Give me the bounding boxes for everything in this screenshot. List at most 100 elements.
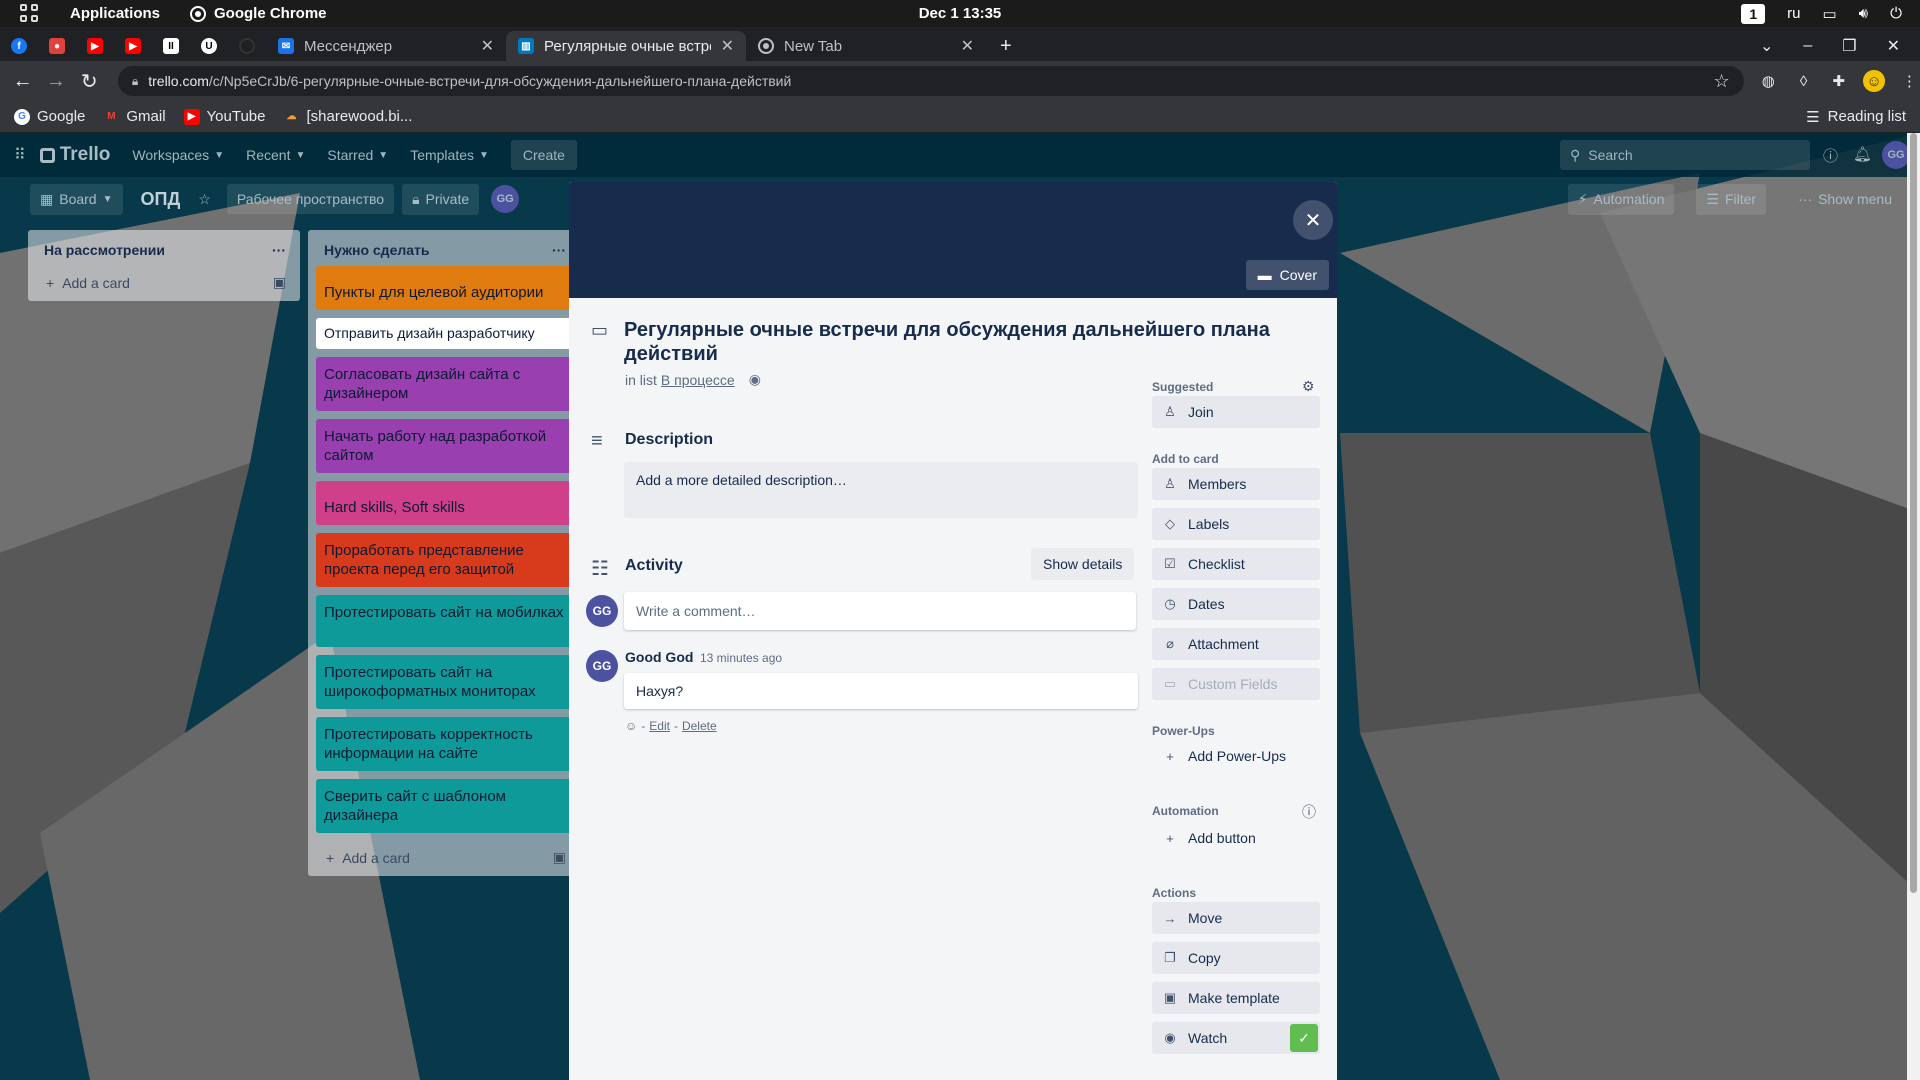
page-scrollbar[interactable] bbox=[1907, 133, 1920, 1080]
header-avatar[interactable]: GG bbox=[1882, 141, 1910, 169]
address-bar[interactable]: 🔒︎ trello.com /c/Np5eCrJb/6-регулярные-о… bbox=[117, 66, 1744, 96]
watch-button[interactable]: ◉ Watch ✓ bbox=[1152, 1022, 1320, 1054]
create-button[interactable]: Create bbox=[510, 140, 577, 170]
comment-input[interactable]: Write a comment… bbox=[624, 592, 1136, 630]
lock-icon[interactable]: 🔒︎ bbox=[132, 74, 138, 89]
move-button[interactable]: → Move bbox=[1152, 902, 1320, 934]
pinned-tab-7[interactable] bbox=[228, 31, 266, 61]
keyboard-layout[interactable]: ru bbox=[1787, 5, 1800, 22]
list-card[interactable]: Протестировать сайт на широкоформатных м… bbox=[316, 655, 572, 709]
automation-button[interactable]: ⚡︎ Automation bbox=[1567, 183, 1675, 215]
list-card[interactable]: Сверить сайт с шаблоном дизайнера bbox=[316, 779, 572, 833]
close-modal-button[interactable]: ✕ bbox=[1293, 200, 1333, 240]
description-input[interactable]: Add a more detailed description… bbox=[624, 462, 1138, 518]
menu-recent[interactable]: Recent ▼ bbox=[246, 147, 305, 163]
reload-icon[interactable]: ↻ bbox=[79, 69, 100, 94]
list-header[interactable]: Нужно сделать ··· bbox=[308, 230, 580, 266]
list-title[interactable]: Нужно сделать bbox=[324, 242, 430, 258]
board-view-switcher[interactable]: ▦ Board ▼ bbox=[30, 183, 123, 215]
cover-button[interactable]: ▬ Cover bbox=[1245, 260, 1329, 290]
board-member-avatar[interactable]: GG bbox=[491, 185, 520, 213]
tab-messenger[interactable]: ✉ Мессенджер ✕ bbox=[266, 31, 506, 61]
members-button[interactable]: ♙ Members bbox=[1152, 468, 1320, 500]
make-template-button[interactable]: ▣ Make template bbox=[1152, 982, 1320, 1014]
card-title[interactable]: Регулярные очные встречи для обсуждения … bbox=[624, 318, 1304, 366]
bell-icon[interactable]: 🔔︎ bbox=[1853, 145, 1872, 163]
profile-avatar-icon[interactable]: ☺ bbox=[1863, 70, 1885, 92]
minimize-icon[interactable]: – bbox=[1803, 37, 1812, 55]
filter-button[interactable]: ☰ Filter bbox=[1696, 183, 1767, 215]
info-icon[interactable]: ⓘ bbox=[1823, 145, 1838, 166]
tab-trello[interactable]: ▥ Регулярные очные встре ✕ bbox=[506, 31, 746, 61]
list-card[interactable]: Проработать представление проекта перед … bbox=[316, 533, 572, 587]
delete-comment-link[interactable]: Delete bbox=[682, 719, 717, 733]
comment-timestamp[interactable]: 13 minutes ago bbox=[700, 651, 782, 665]
forward-icon[interactable]: → bbox=[45, 70, 66, 93]
emoji-reaction-icon[interactable]: ☺ bbox=[625, 719, 637, 733]
bookmark-star-icon[interactable]: ☆ bbox=[1713, 71, 1729, 92]
restore-icon[interactable]: ❐ bbox=[1842, 36, 1856, 56]
globe-extension-icon[interactable]: ◍ bbox=[1758, 70, 1779, 92]
scrollbar-thumb[interactable] bbox=[1910, 133, 1917, 893]
list-card[interactable]: Пункты для целевой аудитории bbox=[316, 266, 572, 310]
bookmark-google[interactable]: G Google bbox=[14, 108, 85, 125]
workspace-indicator[interactable]: 1 bbox=[1741, 3, 1766, 24]
info-icon[interactable]: ⓘ bbox=[1302, 802, 1316, 822]
app-grid-icon[interactable] bbox=[20, 3, 40, 24]
star-board-icon[interactable]: ☆ bbox=[198, 191, 211, 208]
menu-workspaces[interactable]: Workspaces ▼ bbox=[132, 147, 224, 163]
new-tab-button[interactable]: + bbox=[1000, 31, 1012, 61]
volume-icon[interactable]: 🔊︎ bbox=[1859, 5, 1868, 22]
back-icon[interactable]: ← bbox=[12, 70, 33, 93]
list-card[interactable]: Согласовать дизайн сайта с дизайнером bbox=[316, 357, 572, 411]
close-icon[interactable]: ✕ bbox=[481, 36, 494, 56]
avatar[interactable]: GG bbox=[586, 595, 618, 627]
applications-menu[interactable]: Applications bbox=[70, 5, 160, 22]
screen-icon[interactable]: ▭ bbox=[1822, 5, 1836, 23]
close-icon[interactable]: ✕ bbox=[721, 36, 734, 56]
comment-author[interactable]: Good God bbox=[625, 649, 693, 665]
show-menu-button[interactable]: ··· Show menu bbox=[1788, 184, 1902, 215]
copy-button[interactable]: ❐ Copy bbox=[1152, 942, 1320, 974]
board-title[interactable]: ОПД bbox=[141, 189, 181, 210]
tab-newtab[interactable]: New Tab ✕ bbox=[746, 31, 986, 61]
add-card-button[interactable]: + Add a card ▣ bbox=[28, 266, 300, 301]
trello-logo[interactable]: Trello bbox=[39, 144, 110, 166]
add-button-button[interactable]: + Add button bbox=[1152, 822, 1320, 854]
show-details-button[interactable]: Show details bbox=[1031, 548, 1135, 580]
pinned-tab-2[interactable]: ● bbox=[38, 31, 76, 61]
menu-templates[interactable]: Templates ▼ bbox=[410, 147, 489, 163]
pinned-tab-youtube-1[interactable]: ▶ bbox=[76, 31, 114, 61]
attachment-button[interactable]: ⌀ Attachment bbox=[1152, 628, 1320, 660]
apps-switcher-icon[interactable]: ⠿ bbox=[14, 145, 26, 165]
bookmark-gmail[interactable]: M Gmail bbox=[103, 108, 165, 125]
edit-comment-link[interactable]: Edit bbox=[649, 719, 670, 733]
avatar[interactable]: GG bbox=[586, 650, 618, 682]
pocket-extension-icon[interactable]: ◊ bbox=[1793, 70, 1814, 92]
list-card[interactable]: Протестировать корректность информации н… bbox=[316, 717, 572, 771]
list-card[interactable]: Hard skills, Soft skills bbox=[316, 481, 572, 525]
list-card[interactable]: Начать работу над разработкой сайтом bbox=[316, 419, 572, 473]
add-power-ups-button[interactable]: + Add Power-Ups bbox=[1152, 740, 1320, 772]
labels-button[interactable]: ◇ Labels bbox=[1152, 508, 1320, 540]
list-menu-icon[interactable]: ··· bbox=[552, 242, 566, 258]
search-input[interactable]: ⚲ Search bbox=[1560, 140, 1810, 170]
list-card[interactable]: Отправить дизайн разработчику bbox=[316, 318, 572, 349]
reading-list[interactable]: ☰ Reading list bbox=[1806, 108, 1906, 126]
list-card[interactable]: Протестировать сайт на мобилках bbox=[316, 595, 572, 647]
extensions-puzzle-icon[interactable]: ✚ bbox=[1828, 70, 1849, 92]
visibility-button[interactable]: 🔒︎ Private bbox=[402, 183, 480, 215]
clock[interactable]: Dec 1 13:35 bbox=[919, 5, 1002, 22]
custom-fields-button[interactable]: ▭ Custom Fields bbox=[1152, 668, 1320, 700]
add-card-button[interactable]: + Add a card ▣ bbox=[308, 841, 580, 876]
list-link[interactable]: В процессе bbox=[661, 372, 735, 388]
close-icon[interactable]: ✕ bbox=[961, 36, 974, 56]
tab-search-icon[interactable]: ⌄ bbox=[1760, 36, 1773, 56]
bookmark-youtube[interactable]: ▶ YouTube bbox=[183, 108, 266, 125]
pinned-tab-5[interactable]: II bbox=[152, 31, 190, 61]
pinned-tab-youtube-2[interactable]: ▶ bbox=[114, 31, 152, 61]
chrome-app-indicator[interactable]: Google Chrome bbox=[190, 5, 327, 22]
list-header[interactable]: На рассмотрении ··· bbox=[28, 230, 300, 266]
power-icon[interactable]: ⏻ bbox=[1890, 5, 1902, 22]
workspace-button[interactable]: Рабочее пространство bbox=[226, 184, 395, 214]
